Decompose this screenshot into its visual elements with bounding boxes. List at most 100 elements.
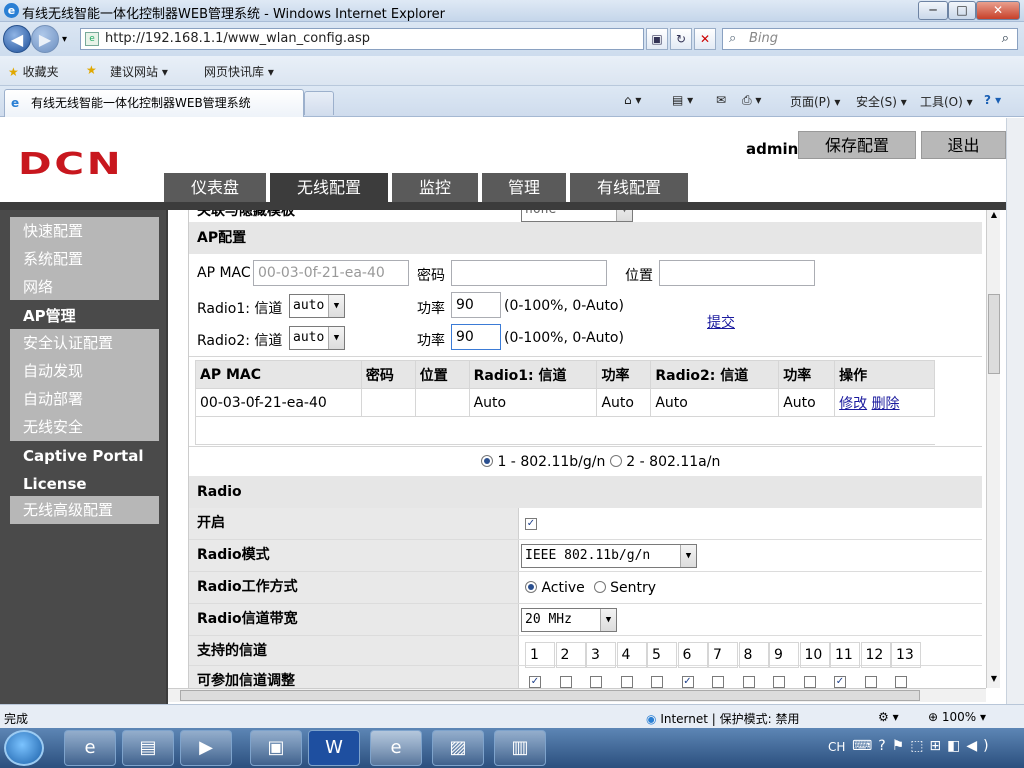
sidebar-item-system-config[interactable]: 系统配置 <box>10 245 159 273</box>
radio2-channel-select[interactable]: auto ▼ <box>289 326 345 350</box>
channel-checkbox-13[interactable] <box>895 676 907 688</box>
home-icon[interactable]: ⌂ ▾ <box>624 93 641 107</box>
channel-checkbox-8[interactable] <box>742 676 755 688</box>
sidebar-item-license[interactable]: License <box>10 470 159 498</box>
page-vertical-scrollbar[interactable] <box>1006 118 1024 704</box>
tab-wired-config[interactable]: 有线配置 <box>570 173 688 202</box>
work-mode-sentry-radio[interactable] <box>593 581 606 593</box>
sidebar-item-ap-management[interactable]: AP管理 <box>10 302 159 330</box>
taskbar-ie-icon[interactable]: e <box>64 730 116 766</box>
radio1-channel-label: Radio1: 信道 <box>197 301 283 317</box>
sidebar-item-wireless-security[interactable]: 无线安全 <box>10 413 159 441</box>
add-favorites-icon[interactable]: ★ <box>86 63 97 77</box>
cut-select[interactable]: none ▼ <box>521 210 633 222</box>
channel-checkbox-9[interactable] <box>773 676 785 688</box>
radio1-power-input[interactable]: 90 <box>451 292 501 318</box>
sidebar-item-network[interactable]: 网络 <box>10 273 159 300</box>
search-input[interactable]: Bing ⌕ ⌕ <box>722 28 1018 50</box>
system-tray-icons[interactable]: ⌨?⚑⬚⊞◧◀) <box>852 738 995 754</box>
taskbar-doc-icon[interactable]: ▥ <box>494 730 546 766</box>
channel-checkbox-7[interactable] <box>712 676 724 688</box>
taskbar-picture-icon[interactable]: ▨ <box>432 730 484 766</box>
edit-link[interactable]: 修改 <box>839 396 867 412</box>
web-slice-gallery-link[interactable]: 网页快讯库 ▾ <box>204 63 274 80</box>
status-bar: 完成 ◉ Internet | 保护模式: 禁用 ⚙ ▾ ⊕ 100% ▾ <box>0 704 1024 728</box>
inner-vertical-scrollbar[interactable]: ▲ ▼ <box>986 210 1000 688</box>
channel-checkbox-2[interactable] <box>559 676 572 688</box>
radio2-power-input[interactable]: 90 <box>451 324 501 350</box>
taskbar-explorer-icon[interactable]: ▤ <box>122 730 174 766</box>
logout-button[interactable]: 退出 <box>921 131 1006 159</box>
channel-number-5: 5 <box>647 642 677 668</box>
help-menu[interactable]: ? ▾ <box>984 93 1001 107</box>
maximize-button[interactable]: □ <box>948 1 976 20</box>
page-menu[interactable]: 页面(P) ▾ <box>790 93 840 110</box>
band-radio-2[interactable] <box>609 455 622 467</box>
close-button[interactable]: ✕ <box>976 1 1020 20</box>
sidebar-item-auto-discovery[interactable]: 自动发现 <box>10 357 159 385</box>
address-input[interactable]: e http://192.168.1.1/www_wlan_config.asp <box>80 28 644 50</box>
scroll-up-icon[interactable]: ▲ <box>988 210 1000 219</box>
back-button[interactable]: ◀ <box>3 25 31 53</box>
inner-hscroll-thumb[interactable] <box>180 690 920 701</box>
sidebar-item-quick-config[interactable]: 快速配置 <box>10 217 159 245</box>
taskbar-ie-active-icon[interactable]: e <box>370 730 422 766</box>
channel-checkbox-5[interactable] <box>651 676 663 688</box>
protected-mode-icon[interactable]: ⚙ ▾ <box>878 710 899 724</box>
channel-checkbox-4[interactable] <box>620 676 633 688</box>
compat-view-icon[interactable]: ▣ <box>646 28 668 50</box>
sidebar-item-captive-portal[interactable]: Captive Portal <box>10 442 159 470</box>
bandwidth-select[interactable]: 20 MHz ▼ <box>521 608 617 632</box>
zoom-control[interactable]: ⊕ 100% ▾ <box>928 710 986 724</box>
tools-menu[interactable]: 工具(O) ▾ <box>920 93 973 110</box>
stop-icon[interactable]: ✕ <box>694 28 716 50</box>
minimize-button[interactable]: ─ <box>918 1 948 20</box>
channel-checkbox-12[interactable] <box>864 676 877 688</box>
save-config-button[interactable]: 保存配置 <box>798 131 916 159</box>
inner-scroll-thumb[interactable] <box>988 294 1000 374</box>
tab-wireless-config[interactable]: 无线配置 <box>270 173 388 202</box>
forward-button[interactable]: ▶ <box>31 25 59 53</box>
password-input[interactable] <box>451 260 607 286</box>
sidebar-item-advanced-wireless[interactable]: 无线高级配置 <box>10 496 159 524</box>
taskbar-media-icon[interactable]: ▶ <box>180 730 232 766</box>
enable-checkbox[interactable]: ✓ <box>525 518 537 530</box>
taskbar-app-icon[interactable]: ▣ <box>250 730 302 766</box>
tab-monitor[interactable]: 监控 <box>392 173 478 202</box>
search-icon[interactable]: ⌕ <box>1002 29 1009 49</box>
channel-checkbox-10[interactable] <box>803 676 816 688</box>
history-dropdown-icon[interactable]: ▾ <box>62 34 67 45</box>
channel-checkbox-6[interactable]: ✓ <box>681 676 694 688</box>
channel-checkbox-11[interactable]: ✓ <box>834 676 846 688</box>
channel-checkbox-3[interactable] <box>590 676 602 688</box>
feeds-icon[interactable]: ▤ ▾ <box>672 93 693 107</box>
delete-link[interactable]: 删除 <box>872 396 900 412</box>
work-mode-active-radio[interactable] <box>525 581 537 593</box>
col-location: 位置 <box>414 360 470 389</box>
favorites-button[interactable]: ★ 收藏夹 <box>8 63 59 80</box>
suggested-sites-link[interactable]: 建议网站 ▾ <box>110 63 168 80</box>
location-input[interactable] <box>659 260 815 286</box>
sidebar-item-security-auth[interactable]: 安全认证配置 <box>10 329 159 357</box>
inner-horizontal-scrollbar[interactable] <box>168 688 986 702</box>
print-icon[interactable]: ⎙ ▾ <box>742 93 761 108</box>
sidebar-item-auto-deploy[interactable]: 自动部署 <box>10 385 159 413</box>
channel-checkbox-1[interactable]: ✓ <box>529 676 541 688</box>
safety-menu[interactable]: 安全(S) ▾ <box>856 93 907 110</box>
input-lang-indicator[interactable]: CH <box>828 740 845 754</box>
radio1-channel-select[interactable]: auto ▼ <box>289 294 345 318</box>
taskbar-word-icon[interactable]: W <box>308 730 360 766</box>
submit-link[interactable]: 提交 <box>707 312 735 332</box>
ap-mac-input[interactable]: 00-03-0f-21-ea-40 <box>253 260 409 286</box>
tab-manage[interactable]: 管理 <box>482 173 566 202</box>
browser-tab-active[interactable]: e 有线无线智能一体化控制器WEB管理系统 <box>4 89 304 117</box>
tab-dashboard[interactable]: 仪表盘 <box>164 173 266 202</box>
start-button[interactable] <box>4 730 44 766</box>
new-tab-button[interactable] <box>304 91 334 115</box>
band-radio-1[interactable] <box>481 455 493 467</box>
refresh-icon[interactable]: ↻ <box>670 28 692 50</box>
security-zone: ◉ Internet | 保护模式: 禁用 <box>646 710 800 727</box>
radio-mode-select[interactable]: IEEE 802.11b/g/n ▼ <box>521 544 697 568</box>
mail-icon[interactable]: ✉ <box>716 93 726 107</box>
scroll-down-icon[interactable]: ▼ <box>988 674 1000 683</box>
